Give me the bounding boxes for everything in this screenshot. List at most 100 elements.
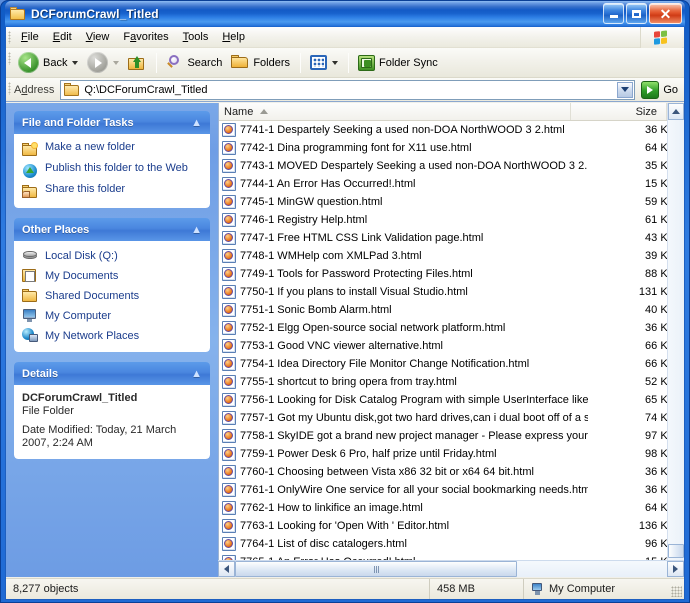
task-publish-this-folder-to-the-web[interactable]: Publish this folder to the Web — [22, 162, 202, 178]
chevron-up-icon[interactable]: ▲ — [191, 368, 202, 380]
folders-button[interactable]: Folders — [227, 53, 294, 72]
table-row[interactable]: 7745-1 MinGW question.html 59 KB — [219, 193, 684, 211]
back-button[interactable]: Back — [14, 50, 82, 75]
menu-edit[interactable]: Edit — [46, 29, 79, 45]
task-share-this-folder[interactable]: Share this folder — [22, 183, 202, 199]
table-row[interactable]: 7764-1 List of disc catalogers.html 96 KB — [219, 535, 684, 553]
table-row[interactable]: 7743-1 MOVED Despartely Seeking a used n… — [219, 157, 684, 175]
vertical-scrollbar[interactable] — [667, 103, 684, 577]
table-row[interactable]: 7749-1 Tools for Password Protecting Fil… — [219, 265, 684, 283]
table-row[interactable]: 7748-1 WMHelp com XMLPad 3.html 39 KB — [219, 247, 684, 265]
resize-grip[interactable] — [671, 586, 682, 597]
table-row[interactable]: 7753-1 Good VNC viewer alternative.html 6… — [219, 337, 684, 355]
address-dropdown-button[interactable] — [617, 81, 634, 98]
table-row[interactable]: 7760-1 Choosing between Vista x86 32 bit… — [219, 463, 684, 481]
file-name-cell: 7757-1 Got my Ubuntu disk,got two hard d… — [219, 411, 588, 425]
title-bar[interactable]: DCForumCrawl_Titled ✕ — [5, 1, 685, 27]
scroll-up-button[interactable] — [668, 103, 684, 120]
views-button[interactable] — [306, 53, 342, 72]
horizontal-scrollbar[interactable] — [218, 560, 684, 577]
status-size: 458 MB — [430, 579, 524, 599]
address-input[interactable]: Q:\DCForumCrawl_Titled — [60, 79, 636, 100]
status-zone-label: My Computer — [549, 583, 616, 595]
folder-sync-label: Folder Sync — [379, 56, 438, 69]
panel-header[interactable]: Other Places ▲ — [14, 218, 210, 241]
task-make-a-new-folder[interactable]: Make a new folder — [22, 141, 202, 157]
place-local-disk-q[interactable]: Local Disk (Q:) — [22, 248, 202, 263]
toolbar-separator — [300, 52, 302, 73]
table-row[interactable]: 7750-1 If you plans to install Visual St… — [219, 283, 684, 301]
html-file-icon — [222, 231, 236, 245]
table-row[interactable]: 7754-1 Idea Directory File Monitor Chang… — [219, 355, 684, 373]
file-name-cell: 7748-1 WMHelp com XMLPad 3.html — [219, 249, 588, 263]
chevron-down-icon[interactable] — [72, 60, 79, 65]
table-row[interactable]: 7763-1 Looking for 'Open With ' Editor.h… — [219, 517, 684, 535]
go-button[interactable]: Go — [641, 80, 678, 99]
table-row[interactable]: 7762-1 How to linkifice an image.html 64 … — [219, 499, 684, 517]
panel-details: Details ▲ DCForumCrawl_Titled File Folde… — [14, 362, 210, 459]
file-name-label: 7751-1 Sonic Bomb Alarm.html — [240, 304, 392, 316]
chevron-down-icon[interactable] — [332, 60, 339, 65]
share-folder-icon — [22, 184, 39, 199]
place-my-network-places[interactable]: My Network Places — [22, 328, 202, 343]
horizontal-scroll-track[interactable] — [235, 561, 667, 577]
menu-tools[interactable]: Tools — [176, 29, 216, 45]
file-name-cell: 7761-1 OnlyWire One service for all your… — [219, 483, 588, 497]
file-name-label: 7760-1 Choosing between Vista x86 32 bit… — [240, 466, 534, 478]
file-name-cell: 7764-1 List of disc catalogers.html — [219, 537, 588, 551]
toolbar-gripper[interactable] — [8, 52, 11, 65]
file-name-label: 7759-1 Power Desk 6 Pro, half prize unti… — [240, 448, 497, 460]
maximize-button[interactable] — [626, 3, 647, 24]
menu-gripper[interactable] — [8, 31, 11, 44]
panel-header[interactable]: Details ▲ — [14, 362, 210, 385]
scroll-right-button[interactable] — [667, 561, 684, 577]
panel-body: DCForumCrawl_Titled File Folder Date Mod… — [14, 385, 210, 459]
vertical-scroll-track[interactable] — [668, 120, 684, 560]
search-button[interactable]: Search — [162, 53, 226, 73]
place-my-computer[interactable]: My Computer — [22, 308, 202, 323]
place-my-documents[interactable]: My Documents — [22, 268, 202, 283]
column-header-label: Name — [224, 105, 254, 118]
table-row[interactable]: 7742-1 Dina programming font for X11 use… — [219, 139, 684, 157]
chevron-up-icon — [672, 109, 680, 114]
forward-button[interactable] — [83, 50, 123, 75]
menu-favorites[interactable]: Favorites — [116, 29, 175, 45]
vertical-scroll-thumb[interactable] — [668, 544, 684, 558]
table-row[interactable]: 7761-1 OnlyWire One service for all your… — [219, 481, 684, 499]
table-row[interactable]: 7741-1 Despartely Seeking a used non-DOA… — [219, 121, 684, 139]
table-row[interactable]: 7751-1 Sonic Bomb Alarm.html 40 KB — [219, 301, 684, 319]
window-buttons: ✕ — [603, 3, 682, 24]
up-button[interactable] — [124, 53, 150, 73]
table-row[interactable]: 7759-1 Power Desk 6 Pro, half prize unti… — [219, 445, 684, 463]
menu-view[interactable]: View — [79, 29, 117, 45]
file-name-label: 7758-1 SkyIDE got a brand new project ma… — [240, 430, 588, 442]
column-header-label: Size — [635, 105, 657, 118]
table-row[interactable]: 7757-1 Got my Ubuntu disk,got two hard d… — [219, 409, 684, 427]
column-header-name[interactable]: Name — [219, 103, 571, 120]
file-name-label: 7762-1 How to linkifice an image.html — [240, 502, 423, 514]
table-row[interactable]: 7755-1 shortcut to bring opera from tray… — [219, 373, 684, 391]
close-button[interactable]: ✕ — [649, 3, 682, 24]
horizontal-scroll-thumb[interactable] — [235, 561, 517, 577]
folder-sync-button[interactable]: Folder Sync — [354, 53, 442, 73]
table-row[interactable]: 7747-1 Free HTML CSS Link Validation pag… — [219, 229, 684, 247]
table-row[interactable]: 7752-1 Elgg Open-source social network p… — [219, 319, 684, 337]
chevron-up-icon[interactable]: ▲ — [191, 224, 202, 236]
table-row[interactable]: 7758-1 SkyIDE got a brand new project ma… — [219, 427, 684, 445]
minimize-button[interactable] — [603, 3, 624, 24]
table-row[interactable]: 7744-1 An Error Has Occurred!.html 15 KB — [219, 175, 684, 193]
table-row[interactable]: 7756-1 Looking for Disk Catalog Program … — [219, 391, 684, 409]
address-value: Q:\DCForumCrawl_Titled — [84, 83, 208, 96]
panel-header[interactable]: File and Folder Tasks ▲ — [14, 111, 210, 134]
menu-help[interactable]: Help — [215, 29, 252, 45]
addressbar-gripper[interactable] — [8, 82, 11, 95]
chevron-up-icon[interactable]: ▲ — [191, 117, 202, 129]
menu-file[interactable]: File — [14, 29, 46, 45]
table-row[interactable]: 7746-1 Registry Help.html 61 KB — [219, 211, 684, 229]
column-header-size[interactable]: Size — [571, 103, 667, 120]
go-label: Go — [663, 83, 678, 96]
chevron-down-icon[interactable] — [113, 60, 120, 65]
scroll-left-button[interactable] — [218, 561, 235, 577]
place-shared-documents[interactable]: Shared Documents — [22, 288, 202, 303]
details-date-modified: Date Modified: Today, 21 March 2007, 2:2… — [22, 424, 177, 449]
